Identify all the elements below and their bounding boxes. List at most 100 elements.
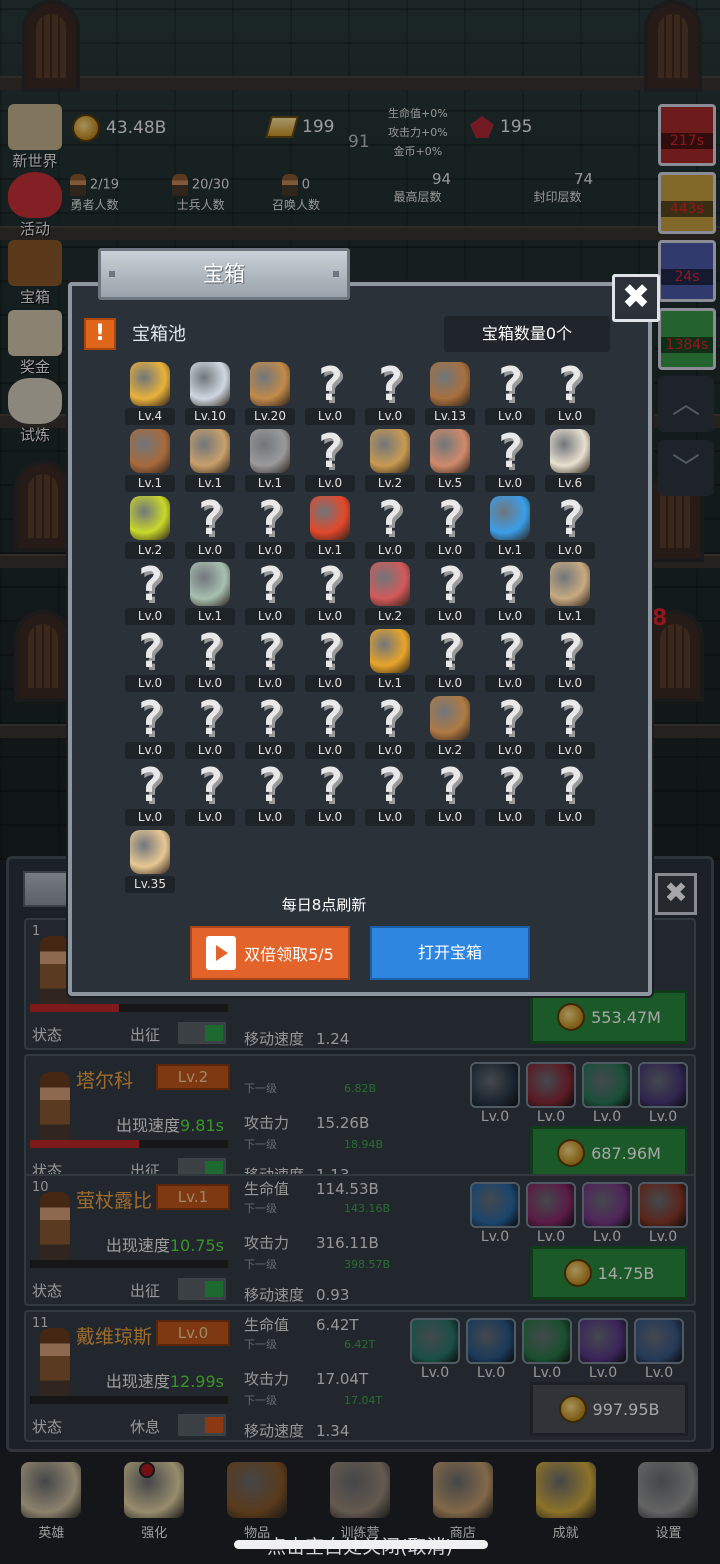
chest-item[interactable]: ? Lv.0 — [240, 761, 300, 828]
chest-item[interactable]: ? Lv.0 — [240, 494, 300, 561]
chest-item[interactable]: Lv.2 — [120, 494, 180, 561]
blue-potion-icon — [490, 495, 530, 540]
chest-item[interactable]: ? Lv.0 — [420, 560, 480, 627]
item-level: Lv.4 — [125, 408, 175, 425]
double-claim-button[interactable]: 双倍领取5/5 — [190, 926, 350, 980]
item-level: Lv.1 — [545, 608, 595, 626]
chest-item[interactable]: ? Lv.0 — [480, 560, 540, 627]
chest-item[interactable]: Lv.1 — [480, 494, 540, 561]
chest-item[interactable]: Lv.1 — [120, 427, 180, 494]
chest-item[interactable]: Lv.1 — [180, 427, 240, 494]
chest-item[interactable]: ? Lv.0 — [540, 494, 600, 561]
item-level: Lv.0 — [125, 808, 175, 826]
chest-item[interactable]: ? Lv.0 — [240, 627, 300, 694]
chest-item[interactable]: ? Lv.0 — [300, 627, 360, 694]
unknown-item-icon: ? — [136, 757, 164, 812]
chest-item[interactable]: Lv.1 — [180, 560, 240, 627]
meat-icon — [430, 428, 470, 473]
chest-item[interactable]: Lv.2 — [420, 694, 480, 761]
chest-item[interactable]: Lv.1 — [360, 627, 420, 694]
unknown-item-icon: ? — [316, 690, 344, 745]
chest-item[interactable]: ? Lv.0 — [480, 627, 540, 694]
chest-item[interactable]: ? Lv.0 — [420, 761, 480, 828]
item-level: Lv.0 — [365, 408, 415, 425]
chest-item[interactable]: ? Lv.0 — [360, 761, 420, 828]
item-level: Lv.0 — [425, 541, 475, 559]
item-level: Lv.0 — [245, 808, 295, 826]
warning-icon[interactable]: ! — [84, 318, 116, 350]
chest-item[interactable]: ? Lv.0 — [300, 360, 360, 427]
chest-item[interactable]: Lv.6 — [540, 427, 600, 494]
chest-item[interactable]: Lv.1 — [540, 560, 600, 627]
unknown-item-icon: ? — [316, 357, 344, 411]
item-level: Lv.0 — [545, 741, 595, 759]
chest-item[interactable]: ? Lv.0 — [120, 694, 180, 761]
chest-item[interactable]: Lv.35 — [120, 828, 180, 895]
chest-item[interactable]: Lv.5 — [420, 427, 480, 494]
chest-item[interactable]: ? Lv.0 — [540, 627, 600, 694]
item-level: Lv.0 — [185, 741, 235, 759]
chest-item[interactable]: ? Lv.0 — [540, 360, 600, 427]
home-indicator[interactable] — [234, 1540, 488, 1549]
chest-item[interactable]: Lv.2 — [360, 560, 420, 627]
chest-item[interactable]: ? Lv.0 — [120, 560, 180, 627]
chest-item[interactable]: ? Lv.0 — [480, 694, 540, 761]
dialog-close-button[interactable]: ✖ — [612, 274, 660, 322]
chest-item[interactable]: ? Lv.0 — [360, 360, 420, 427]
unknown-item-icon: ? — [376, 490, 404, 545]
item-level: Lv.1 — [185, 474, 235, 492]
chest-item[interactable]: Lv.1 — [240, 427, 300, 494]
chest-item[interactable]: ? Lv.0 — [300, 761, 360, 828]
chest-item[interactable]: ? Lv.0 — [480, 427, 540, 494]
unknown-item-icon: ? — [316, 423, 344, 478]
item-level: Lv.0 — [365, 808, 415, 826]
chest-item[interactable]: ? Lv.0 — [420, 627, 480, 694]
unknown-item-icon: ? — [496, 357, 524, 411]
item-level: Lv.0 — [305, 741, 355, 759]
unknown-item-icon: ? — [196, 690, 224, 745]
chest-item[interactable]: ? Lv.0 — [180, 627, 240, 694]
chest-item[interactable]: ? Lv.0 — [480, 761, 540, 828]
item-level: Lv.1 — [125, 474, 175, 492]
unknown-item-icon: ? — [556, 490, 584, 545]
chest-item[interactable]: ? Lv.0 — [120, 761, 180, 828]
chest-item[interactable]: ? Lv.0 — [300, 694, 360, 761]
chest-item[interactable]: ? Lv.0 — [540, 761, 600, 828]
chest-item[interactable]: Lv.10 — [180, 360, 240, 427]
chest-item[interactable]: Lv.20 — [240, 360, 300, 427]
chest-item[interactable]: ? Lv.0 — [300, 560, 360, 627]
item-level: Lv.0 — [245, 608, 295, 626]
chest-pool-header: ! 宝箱池 宝箱数量0个 — [82, 316, 612, 352]
unknown-item-icon: ? — [436, 557, 464, 612]
unknown-item-icon: ? — [496, 423, 524, 478]
dialog-title: 宝箱 — [98, 248, 350, 300]
chest-item[interactable]: Lv.4 — [120, 360, 180, 427]
chest-item[interactable]: Lv.2 — [360, 427, 420, 494]
unknown-item-icon: ? — [436, 490, 464, 545]
chest-item[interactable]: ? Lv.0 — [240, 560, 300, 627]
chest-item[interactable]: ? Lv.0 — [180, 494, 240, 561]
chest-item[interactable]: ? Lv.0 — [480, 360, 540, 427]
unknown-item-icon: ? — [196, 757, 224, 812]
chest-item[interactable]: ? Lv.0 — [180, 694, 240, 761]
open-chest-button[interactable]: 打开宝箱 — [370, 926, 530, 980]
chest-item[interactable]: ? Lv.0 — [120, 627, 180, 694]
item-level: Lv.13 — [425, 408, 475, 425]
chest-item[interactable]: ? Lv.0 — [540, 694, 600, 761]
chest-item[interactable]: Lv.1 — [300, 494, 360, 561]
ale-mug-icon — [130, 829, 170, 874]
item-level: Lv.0 — [545, 408, 595, 425]
chest-item[interactable]: ? Lv.0 — [360, 694, 420, 761]
chest-item[interactable]: ? Lv.0 — [180, 761, 240, 828]
chest-item[interactable]: ? Lv.0 — [300, 427, 360, 494]
backpack-icon — [430, 695, 470, 740]
chest-item[interactable]: Lv.13 — [420, 360, 480, 427]
item-level: Lv.0 — [425, 675, 475, 693]
chest-item[interactable]: ? Lv.0 — [240, 694, 300, 761]
item-level: Lv.0 — [305, 608, 355, 626]
item-level: Lv.0 — [185, 675, 235, 693]
chest-item[interactable]: ? Lv.0 — [420, 494, 480, 561]
item-level: Lv.10 — [185, 408, 235, 425]
chest-item[interactable]: ? Lv.0 — [360, 494, 420, 561]
item-level: Lv.0 — [305, 408, 355, 425]
